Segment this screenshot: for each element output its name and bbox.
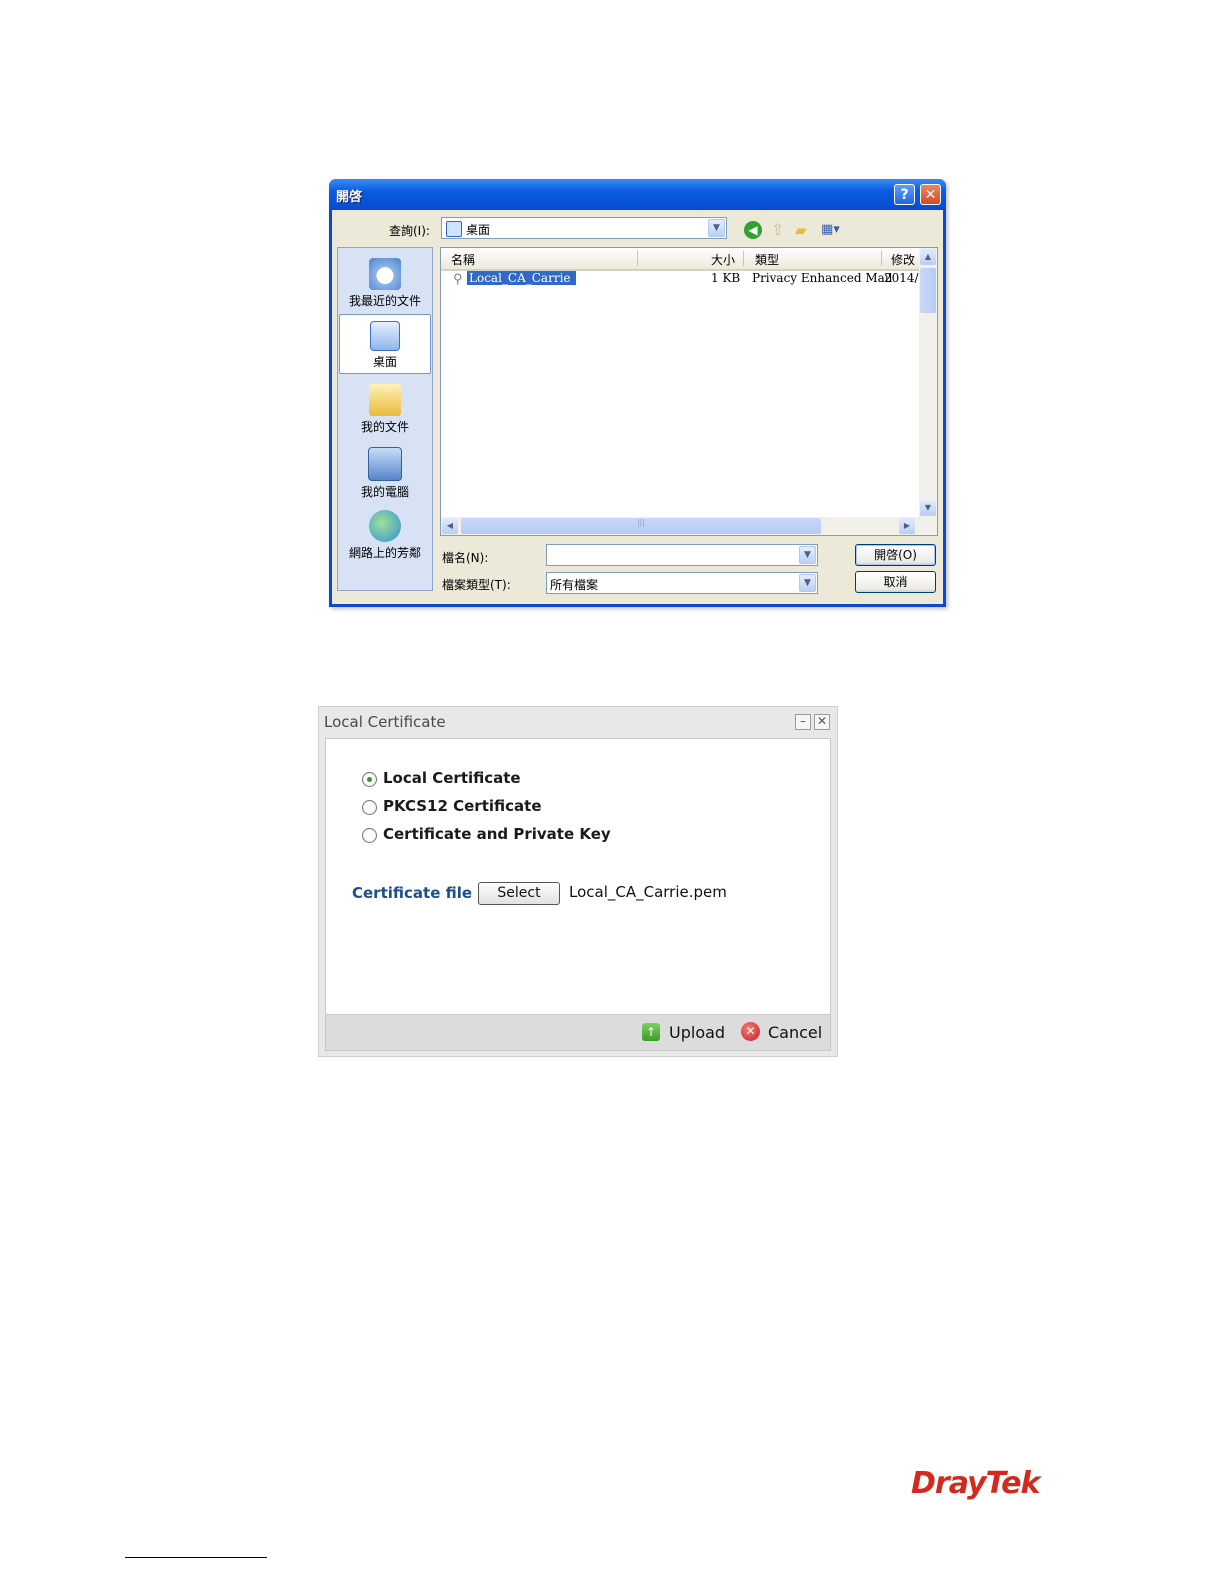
dialog-title: 開啓 <box>336 190 363 205</box>
file-size: 1 KB <box>711 271 741 285</box>
help-button[interactable]: ? <box>894 184 915 205</box>
place-label: 我的文件 <box>360 420 409 434</box>
certificate-file-label: Certificate file : <box>352 884 484 902</box>
filetype-label: 檔案類型(T): <box>442 578 511 592</box>
place-network[interactable]: 網路上的芳鄰 <box>338 504 432 564</box>
scroll-up-icon[interactable]: ▲ <box>920 249 936 265</box>
scroll-down-icon[interactable]: ▼ <box>920 500 936 516</box>
cancel-button[interactable]: Cancel <box>768 1023 822 1042</box>
dialog-body: 查詢(I): 桌面 ▼ ◀ ⇧ ▰ ▦▾ 我最近的文件 桌面 我的文件 我的電腦… <box>332 210 943 604</box>
place-my-computer[interactable]: 我的電腦 <box>338 441 432 501</box>
filetype-value: 所有檔案 <box>550 578 599 592</box>
place-desktop[interactable]: 桌面 <box>339 314 431 374</box>
recent-documents-icon <box>369 258 401 290</box>
radio-button[interactable] <box>362 800 377 815</box>
views-menu-icon[interactable]: ▦▾ <box>821 221 849 239</box>
select-file-button[interactable]: Select <box>478 882 560 905</box>
window-footer: ↑ Upload ✕ Cancel <box>325 1015 831 1051</box>
file-name[interactable]: Local_CA_Carrie <box>467 271 576 285</box>
upload-button[interactable]: Upload <box>669 1023 725 1042</box>
column-modified[interactable]: 修改 <box>891 251 915 268</box>
open-file-dialog: 開啓 ? ✕ 查詢(I): 桌面 ▼ ◀ ⇧ ▰ ▦▾ 我最近的文件 桌面 我的… <box>329 179 946 607</box>
place-label: 網路上的芳鄰 <box>348 546 421 560</box>
column-separator[interactable] <box>881 251 882 266</box>
upload-icon[interactable]: ↑ <box>642 1023 660 1041</box>
column-name[interactable]: 名稱 <box>451 251 475 268</box>
option-label: Local Certificate <box>383 769 521 787</box>
column-header-row: 名稱 大小 類型 修改 <box>441 248 919 271</box>
certificate-form: Local Certificate PKCS12 Certificate Cer… <box>325 738 831 1015</box>
minimize-icon[interactable]: – <box>795 714 811 730</box>
window-title: Local Certificate <box>324 713 446 731</box>
column-separator[interactable] <box>743 251 744 266</box>
chevron-down-icon[interactable]: ▼ <box>799 546 816 564</box>
cancel-icon[interactable]: ✕ <box>741 1022 760 1041</box>
desktop-icon <box>370 321 400 351</box>
place-my-documents[interactable]: 我的文件 <box>338 378 432 438</box>
filename-label: 檔名(N): <box>442 551 489 565</box>
close-icon[interactable]: ✕ <box>814 714 830 730</box>
scroll-thumb[interactable] <box>920 268 936 313</box>
vertical-scrollbar[interactable]: ▲ ▼ <box>919 248 937 517</box>
look-in-value: 桌面 <box>466 223 491 237</box>
desktop-folder-icon <box>446 221 462 237</box>
place-label: 我的電腦 <box>360 485 409 499</box>
option-label: Certificate and Private Key <box>383 825 611 843</box>
my-documents-icon <box>369 384 401 416</box>
column-separator[interactable] <box>637 251 638 266</box>
scroll-left-icon[interactable]: ◀ <box>442 518 458 534</box>
chevron-down-icon[interactable]: ▼ <box>799 574 816 592</box>
file-type: Privacy Enhanced Mail <box>752 271 893 285</box>
back-icon[interactable]: ◀ <box>744 221 762 239</box>
scroll-thumb[interactable]: ||| <box>461 518 821 534</box>
draytek-logo: DrayTek <box>911 1466 1040 1501</box>
places-bar: 我最近的文件 桌面 我的文件 我的電腦 網路上的芳鄰 <box>337 247 433 591</box>
network-places-icon <box>369 510 401 542</box>
radio-button[interactable] <box>362 828 377 843</box>
cancel-button[interactable]: 取消 <box>855 571 936 593</box>
place-recent-documents[interactable]: 我最近的文件 <box>338 252 432 312</box>
close-button[interactable]: ✕ <box>920 184 941 205</box>
column-type[interactable]: 類型 <box>755 251 779 268</box>
option-label: PKCS12 Certificate <box>383 797 542 815</box>
column-size[interactable]: 大小 <box>711 251 735 268</box>
place-label: 我最近的文件 <box>348 294 421 308</box>
local-certificate-window: Local Certificate – ✕ Local Certificate … <box>318 706 838 1057</box>
chevron-down-icon[interactable]: ▼ <box>708 219 725 237</box>
filename-input[interactable]: ▼ <box>546 544 818 566</box>
horizontal-scrollbar[interactable]: ◀ ||| ▶ <box>441 517 937 535</box>
look-in-label: 查詢(I): <box>389 224 430 238</box>
filetype-dropdown[interactable]: 所有檔案 ▼ <box>546 572 818 594</box>
file-modified: 2014/ <box>884 271 919 285</box>
file-row[interactable]: ⚲ Local_CA_Carrie 1 KB Privacy Enhanced … <box>441 271 919 287</box>
place-label: 桌面 <box>372 355 397 369</box>
footer-divider <box>125 1557 267 1558</box>
my-computer-icon <box>368 447 402 481</box>
pem-file-icon: ⚲ <box>453 272 463 287</box>
certificate-file-name: Local_CA_Carrie.pem <box>569 883 727 901</box>
up-folder-icon[interactable]: ⇧ <box>771 221 789 239</box>
new-folder-icon[interactable]: ▰ <box>795 221 813 239</box>
dialog-titlebar[interactable]: 開啓 ? ✕ <box>329 179 946 210</box>
scroll-right-icon[interactable]: ▶ <box>899 518 915 534</box>
look-in-dropdown[interactable]: 桌面 ▼ <box>441 217 727 239</box>
open-button[interactable]: 開啓(O) <box>855 544 936 566</box>
radio-button[interactable] <box>362 772 377 787</box>
file-list[interactable]: 名稱 大小 類型 修改 ⚲ Local_CA_Carrie 1 KB Priva… <box>440 247 938 536</box>
